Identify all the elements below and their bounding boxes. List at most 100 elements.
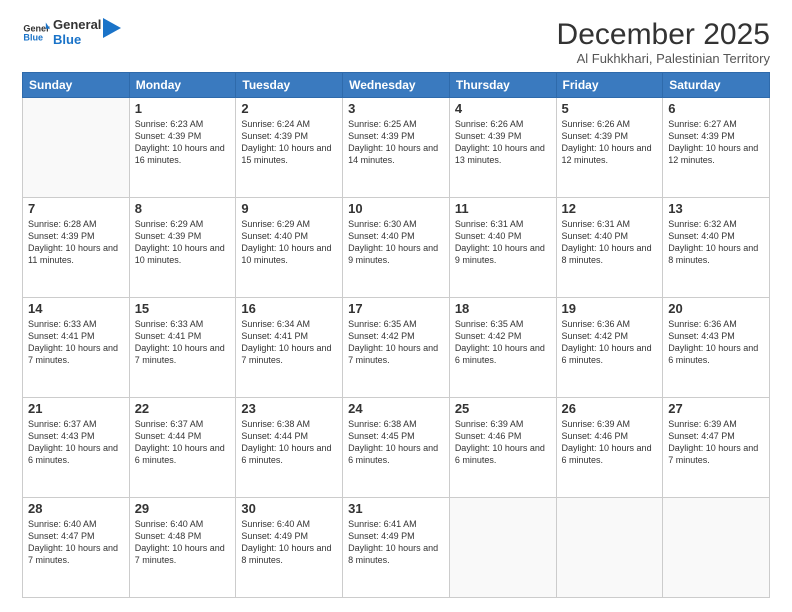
day-info: Sunrise: 6:39 AM Sunset: 4:46 PM Dayligh… [455,418,551,467]
weekday-header: Sunday [23,73,130,98]
calendar-cell: 4 Sunrise: 6:26 AM Sunset: 4:39 PM Daylig… [449,98,556,198]
day-info: Sunrise: 6:36 AM Sunset: 4:42 PM Dayligh… [562,318,658,367]
day-info: Sunrise: 6:25 AM Sunset: 4:39 PM Dayligh… [348,118,444,167]
svg-text:Blue: Blue [23,33,43,43]
calendar-cell: 11Sunrise: 6:31 AM Sunset: 4:40 PM Dayli… [449,198,556,298]
day-info: Sunrise: 6:27 AM Sunset: 4:39 PM Dayligh… [668,118,764,167]
calendar-header-row: SundayMondayTuesdayWednesdayThursdayFrid… [23,73,770,98]
calendar-cell: 18Sunrise: 6:35 AM Sunset: 4:42 PM Dayli… [449,298,556,398]
page-title: December 2025 [557,18,770,51]
page: General Blue General Blue December 2025 … [0,0,792,612]
day-info: Sunrise: 6:31 AM Sunset: 4:40 PM Dayligh… [562,218,658,267]
day-number: 5 [562,101,658,116]
calendar-cell: 30 Sunrise: 6:40 AM Sunset: 4:49 PM Dayli… [236,498,343,598]
weekday-header: Wednesday [343,73,450,98]
day-number: 4 [455,101,551,116]
calendar-cell: 7 Sunrise: 6:28 AM Sunset: 4:39 PM Daylig… [23,198,130,298]
day-info: Sunrise: 6:41 AM Sunset: 4:49 PM Dayligh… [348,518,444,567]
day-number: 25 [455,401,551,416]
calendar-cell: 12 Sunrise: 6:31 AM Sunset: 4:40 PM Dayli… [556,198,663,298]
day-number: 12 [562,201,658,216]
calendar-cell: 13 Sunrise: 6:32 AM Sunset: 4:40 PM Dayli… [663,198,770,298]
calendar-cell: 6 Sunrise: 6:27 AM Sunset: 4:39 PM Daylig… [663,98,770,198]
calendar-week-row: 21 Sunrise: 6:37 AM Sunset: 4:43 PM Dayli… [23,398,770,498]
day-info: Sunrise: 6:26 AM Sunset: 4:39 PM Dayligh… [455,118,551,167]
calendar-cell: 2Sunrise: 6:24 AM Sunset: 4:39 PM Daylig… [236,98,343,198]
day-info: Sunrise: 6:35 AM Sunset: 4:42 PM Dayligh… [348,318,444,367]
day-info: Sunrise: 6:34 AM Sunset: 4:41 PM Dayligh… [241,318,337,367]
day-number: 15 [135,301,231,316]
day-number: 16 [241,301,337,316]
weekday-header: Monday [129,73,236,98]
day-number: 20 [668,301,764,316]
day-number: 3 [348,101,444,116]
day-info: Sunrise: 6:40 AM Sunset: 4:47 PM Dayligh… [28,518,124,567]
day-info: Sunrise: 6:38 AM Sunset: 4:45 PM Dayligh… [348,418,444,467]
logo-blue: Blue [53,33,101,48]
day-number: 7 [28,201,124,216]
day-info: Sunrise: 6:31 AM Sunset: 4:40 PM Dayligh… [455,218,551,267]
day-info: Sunrise: 6:40 AM Sunset: 4:49 PM Dayligh… [241,518,337,567]
calendar-cell: 26 Sunrise: 6:39 AM Sunset: 4:46 PM Dayli… [556,398,663,498]
day-number: 10 [348,201,444,216]
calendar-cell: 25 Sunrise: 6:39 AM Sunset: 4:46 PM Dayli… [449,398,556,498]
day-info: Sunrise: 6:39 AM Sunset: 4:47 PM Dayligh… [668,418,764,467]
calendar-cell: 17 Sunrise: 6:35 AM Sunset: 4:42 PM Dayli… [343,298,450,398]
logo: General Blue General Blue [22,18,121,48]
day-number: 17 [348,301,444,316]
weekday-header: Tuesday [236,73,343,98]
calendar-cell: 23 Sunrise: 6:38 AM Sunset: 4:44 PM Dayli… [236,398,343,498]
day-info: Sunrise: 6:33 AM Sunset: 4:41 PM Dayligh… [135,318,231,367]
day-info: Sunrise: 6:33 AM Sunset: 4:41 PM Dayligh… [28,318,124,367]
calendar-cell: 5Sunrise: 6:26 AM Sunset: 4:39 PM Daylig… [556,98,663,198]
calendar-cell: 1 Sunrise: 6:23 AM Sunset: 4:39 PM Daylig… [129,98,236,198]
day-number: 6 [668,101,764,116]
calendar-cell: 15 Sunrise: 6:33 AM Sunset: 4:41 PM Dayli… [129,298,236,398]
day-number: 1 [135,101,231,116]
calendar-cell: 20Sunrise: 6:36 AM Sunset: 4:43 PM Dayli… [663,298,770,398]
calendar-cell: 22Sunrise: 6:37 AM Sunset: 4:44 PM Dayli… [129,398,236,498]
day-info: Sunrise: 6:29 AM Sunset: 4:40 PM Dayligh… [241,218,337,267]
day-number: 28 [28,501,124,516]
day-number: 21 [28,401,124,416]
logo-icon: General Blue [22,19,50,47]
day-info: Sunrise: 6:29 AM Sunset: 4:39 PM Dayligh… [135,218,231,267]
calendar-cell: 3 Sunrise: 6:25 AM Sunset: 4:39 PM Daylig… [343,98,450,198]
calendar-cell [556,498,663,598]
day-number: 23 [241,401,337,416]
day-number: 24 [348,401,444,416]
day-number: 26 [562,401,658,416]
calendar-cell: 14 Sunrise: 6:33 AM Sunset: 4:41 PM Dayli… [23,298,130,398]
calendar-week-row: 1 Sunrise: 6:23 AM Sunset: 4:39 PM Daylig… [23,98,770,198]
calendar-cell: 9 Sunrise: 6:29 AM Sunset: 4:40 PM Daylig… [236,198,343,298]
day-info: Sunrise: 6:40 AM Sunset: 4:48 PM Dayligh… [135,518,231,567]
day-info: Sunrise: 6:28 AM Sunset: 4:39 PM Dayligh… [28,218,124,267]
header: General Blue General Blue December 2025 … [22,18,770,66]
calendar-week-row: 14 Sunrise: 6:33 AM Sunset: 4:41 PM Dayli… [23,298,770,398]
calendar-cell: 24 Sunrise: 6:38 AM Sunset: 4:45 PM Dayli… [343,398,450,498]
day-number: 14 [28,301,124,316]
calendar-cell: 10 Sunrise: 6:30 AM Sunset: 4:40 PM Dayli… [343,198,450,298]
day-info: Sunrise: 6:32 AM Sunset: 4:40 PM Dayligh… [668,218,764,267]
title-block: December 2025 Al Fukhkhari, Palestinian … [557,18,770,66]
logo-general: General [53,18,101,33]
calendar-cell: 31Sunrise: 6:41 AM Sunset: 4:49 PM Dayli… [343,498,450,598]
day-info: Sunrise: 6:37 AM Sunset: 4:43 PM Dayligh… [28,418,124,467]
day-info: Sunrise: 6:38 AM Sunset: 4:44 PM Dayligh… [241,418,337,467]
day-number: 9 [241,201,337,216]
day-info: Sunrise: 6:30 AM Sunset: 4:40 PM Dayligh… [348,218,444,267]
calendar-table: SundayMondayTuesdayWednesdayThursdayFrid… [22,72,770,598]
calendar-cell [663,498,770,598]
calendar-cell: 28 Sunrise: 6:40 AM Sunset: 4:47 PM Dayli… [23,498,130,598]
day-number: 13 [668,201,764,216]
day-number: 30 [241,501,337,516]
day-info: Sunrise: 6:37 AM Sunset: 4:44 PM Dayligh… [135,418,231,467]
day-info: Sunrise: 6:39 AM Sunset: 4:46 PM Dayligh… [562,418,658,467]
day-number: 8 [135,201,231,216]
page-subtitle: Al Fukhkhari, Palestinian Territory [557,51,770,66]
calendar-cell: 21 Sunrise: 6:37 AM Sunset: 4:43 PM Dayli… [23,398,130,498]
day-number: 27 [668,401,764,416]
day-info: Sunrise: 6:23 AM Sunset: 4:39 PM Dayligh… [135,118,231,167]
calendar-cell [449,498,556,598]
calendar-cell: 16 Sunrise: 6:34 AM Sunset: 4:41 PM Dayli… [236,298,343,398]
